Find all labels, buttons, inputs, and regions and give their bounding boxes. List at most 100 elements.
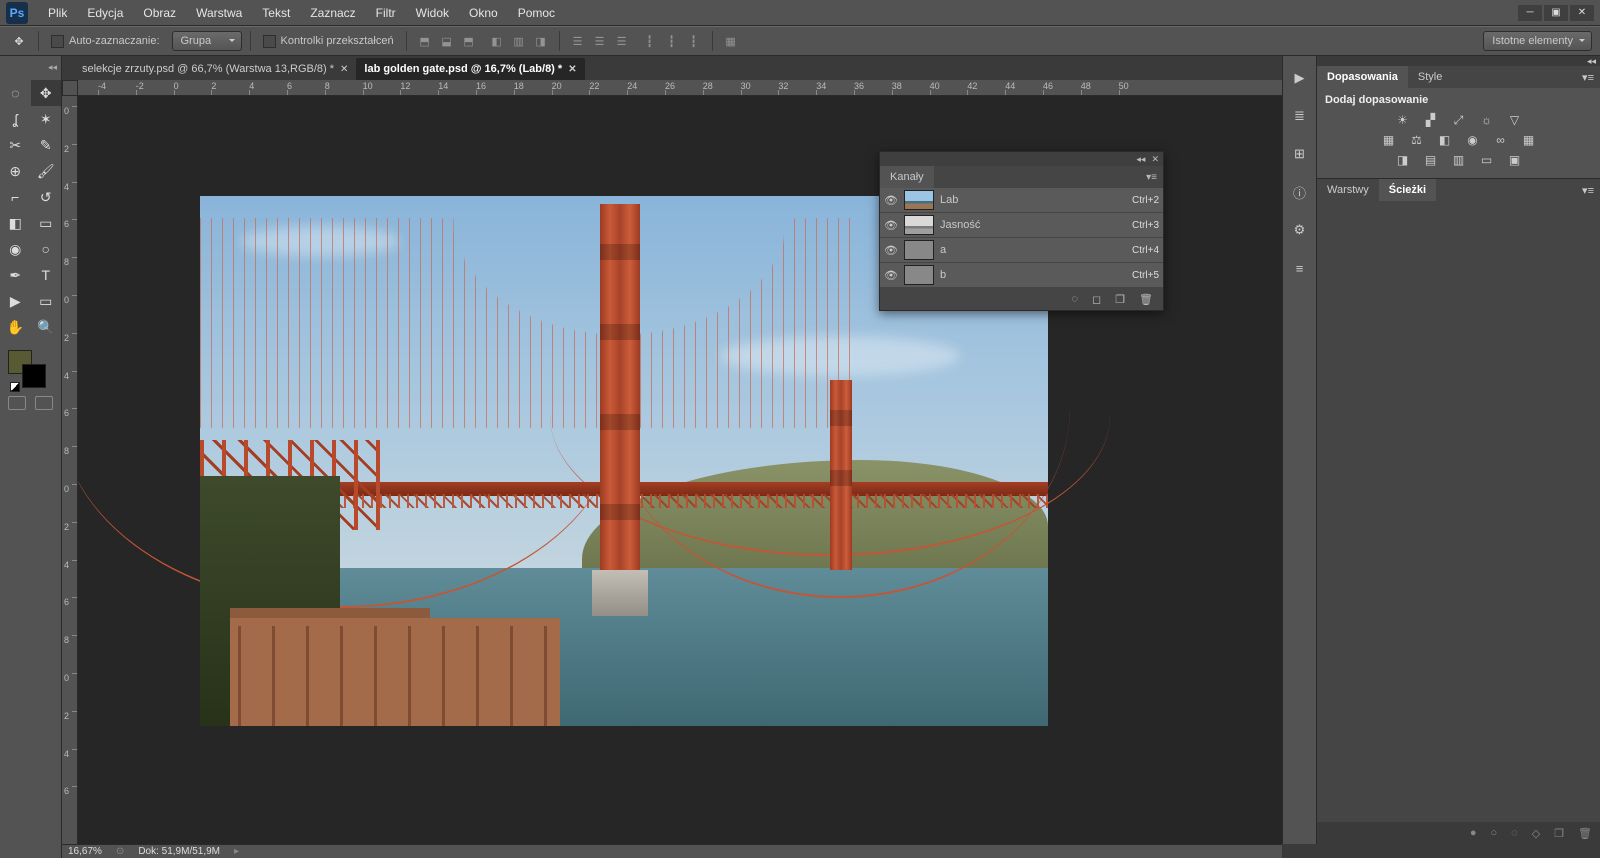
- brightness-contrast-icon[interactable]: ☀: [1393, 112, 1413, 128]
- menu-window[interactable]: Okno: [459, 1, 508, 25]
- distribute-top-icon[interactable]: ☰: [568, 31, 588, 51]
- menu-image[interactable]: Obraz: [133, 1, 186, 25]
- window-maximize-button[interactable]: ▣: [1544, 5, 1568, 21]
- bw-icon[interactable]: ◧: [1435, 132, 1455, 148]
- fill-path-icon[interactable]: ●: [1470, 827, 1477, 839]
- tool-brush[interactable]: 🖌: [31, 158, 62, 184]
- channels-tab[interactable]: Kanały: [880, 166, 934, 188]
- tool-dodge[interactable]: ○: [31, 236, 62, 262]
- tool-history-brush[interactable]: ↺: [31, 184, 62, 210]
- adjustments-tab[interactable]: Dopasowania: [1317, 66, 1408, 88]
- menu-layer[interactable]: Warstwa: [186, 1, 252, 25]
- menu-text[interactable]: Tekst: [252, 1, 300, 25]
- canvas[interactable]: ◂◂ ✕ Kanały ▾≡ 👁LabCtrl+2👁JasnośćCtrl+3👁…: [78, 96, 1282, 844]
- hue-sat-icon[interactable]: ▦: [1379, 132, 1399, 148]
- toolbox-collapse-icon[interactable]: ◂◂: [48, 62, 57, 73]
- ruler-vertical[interactable]: 0246802468024680246: [62, 96, 78, 844]
- channel-row[interactable]: 👁JasnośćCtrl+3: [880, 213, 1163, 238]
- auto-align-icon[interactable]: ▦: [721, 31, 741, 51]
- menu-select[interactable]: Zaznacz: [300, 1, 365, 25]
- align-hcenter-icon[interactable]: ▥: [509, 31, 529, 51]
- tool-move[interactable]: ✥: [31, 80, 62, 106]
- tool-eraser[interactable]: ◧: [0, 210, 31, 236]
- window-minimize-button[interactable]: ─: [1518, 5, 1542, 21]
- channel-mixer-icon[interactable]: ∞: [1491, 132, 1511, 148]
- channel-row[interactable]: 👁bCtrl+5: [880, 263, 1163, 288]
- document-tab[interactable]: selekcje zrzuty.psd @ 66,7% (Warstwa 13,…: [74, 58, 356, 80]
- tool-magic-wand[interactable]: ✶: [31, 106, 62, 132]
- background-color-swatch[interactable]: [22, 364, 46, 388]
- window-close-button[interactable]: ✕: [1570, 5, 1594, 21]
- transform-controls-checkbox[interactable]: Kontrolki przekształceń: [259, 35, 398, 48]
- panel-menu-icon[interactable]: ▾≡: [1140, 172, 1163, 183]
- distribute-vcenter-icon[interactable]: ☰: [590, 31, 610, 51]
- paragraph-panel-icon[interactable]: ≡: [1290, 258, 1310, 278]
- panel-collapse-row[interactable]: ◂◂: [1317, 56, 1600, 66]
- app-logo[interactable]: Ps: [6, 2, 28, 24]
- color-swatches[interactable]: [0, 346, 61, 390]
- paths-tab[interactable]: Ścieżki: [1379, 179, 1436, 201]
- gradient-map-icon[interactable]: ▭: [1477, 152, 1497, 168]
- visibility-icon[interactable]: 👁: [884, 243, 898, 257]
- history-panel-icon[interactable]: ▶: [1290, 68, 1310, 88]
- align-vcenter-icon[interactable]: ⬓: [437, 31, 457, 51]
- tool-path-select[interactable]: ▶: [0, 288, 31, 314]
- panel-header[interactable]: ◂◂ ✕: [880, 152, 1163, 166]
- channel-row[interactable]: 👁LabCtrl+2: [880, 188, 1163, 213]
- screenmode-icon[interactable]: [35, 396, 53, 410]
- zoom-level[interactable]: 16,67%: [68, 846, 102, 857]
- ruler-origin[interactable]: [62, 80, 78, 96]
- character-panel-icon[interactable]: ⚙: [1290, 220, 1310, 240]
- move-tool-icon[interactable]: ✥: [8, 30, 30, 52]
- delete-path-icon[interactable]: 🗑: [1578, 827, 1592, 840]
- visibility-icon[interactable]: 👁: [884, 218, 898, 232]
- load-path-icon[interactable]: ◌: [1511, 827, 1518, 839]
- channel-row[interactable]: 👁aCtrl+4: [880, 238, 1163, 263]
- actions-panel-icon[interactable]: ≣: [1290, 106, 1310, 126]
- menu-file[interactable]: Plik: [38, 1, 77, 25]
- color-lookup-icon[interactable]: ▦: [1519, 132, 1539, 148]
- styles-tab[interactable]: Style: [1408, 66, 1452, 88]
- status-flyout-icon[interactable]: ▸: [234, 846, 239, 857]
- auto-select-checkbox[interactable]: Auto-zaznaczanie:: [47, 35, 164, 48]
- tool-crop[interactable]: ✂: [0, 132, 31, 158]
- threshold-icon[interactable]: ▥: [1449, 152, 1469, 168]
- delete-channel-icon[interactable]: 🗑: [1139, 293, 1153, 306]
- photo-filter-icon[interactable]: ◉: [1463, 132, 1483, 148]
- new-path-icon[interactable]: ❐: [1554, 827, 1564, 840]
- tool-healing[interactable]: ⊕: [0, 158, 31, 184]
- info-panel-icon[interactable]: ⓘ: [1290, 182, 1310, 202]
- tool-eyedropper[interactable]: ✎: [31, 132, 62, 158]
- make-path-icon[interactable]: ◇: [1532, 827, 1540, 840]
- document-tab[interactable]: lab golden gate.psd @ 16,7% (Lab/8) * ✕: [356, 58, 584, 80]
- properties-panel-icon[interactable]: ⊞: [1290, 144, 1310, 164]
- align-right-icon[interactable]: ◨: [531, 31, 551, 51]
- distribute-left-icon[interactable]: ┇: [640, 31, 660, 51]
- distribute-right-icon[interactable]: ┇: [684, 31, 704, 51]
- curves-icon[interactable]: ⤢: [1449, 112, 1469, 128]
- selective-color-icon[interactable]: ▣: [1505, 152, 1525, 168]
- panel-close-icon[interactable]: ✕: [1151, 154, 1159, 165]
- layers-tab[interactable]: Warstwy: [1317, 179, 1379, 201]
- tool-gradient[interactable]: ▭: [31, 210, 62, 236]
- load-selection-icon[interactable]: ◌: [1071, 293, 1078, 305]
- menu-help[interactable]: Pomoc: [508, 1, 565, 25]
- default-colors-icon[interactable]: [10, 382, 20, 392]
- workspace-dropdown[interactable]: Istotne elementy: [1483, 31, 1592, 51]
- tool-shape[interactable]: ▭: [31, 288, 62, 314]
- exposure-icon[interactable]: ☼: [1477, 112, 1497, 128]
- tool-pen[interactable]: ✒: [0, 262, 31, 288]
- tool-stamp[interactable]: ⌐: [0, 184, 31, 210]
- levels-icon[interactable]: ▞: [1421, 112, 1441, 128]
- visibility-icon[interactable]: 👁: [884, 268, 898, 282]
- tool-lasso[interactable]: ʆ: [0, 106, 31, 132]
- visibility-icon[interactable]: 👁: [884, 193, 898, 207]
- distribute-hcenter-icon[interactable]: ┇: [662, 31, 682, 51]
- tool-marquee[interactable]: ◌: [0, 80, 31, 106]
- tool-text[interactable]: T: [31, 262, 62, 288]
- tool-zoom[interactable]: 🔍: [31, 314, 62, 340]
- close-tab-icon[interactable]: ✕: [568, 64, 576, 75]
- menu-view[interactable]: Widok: [406, 1, 459, 25]
- align-top-icon[interactable]: ⬒: [415, 31, 435, 51]
- tool-blur[interactable]: ◉: [0, 236, 31, 262]
